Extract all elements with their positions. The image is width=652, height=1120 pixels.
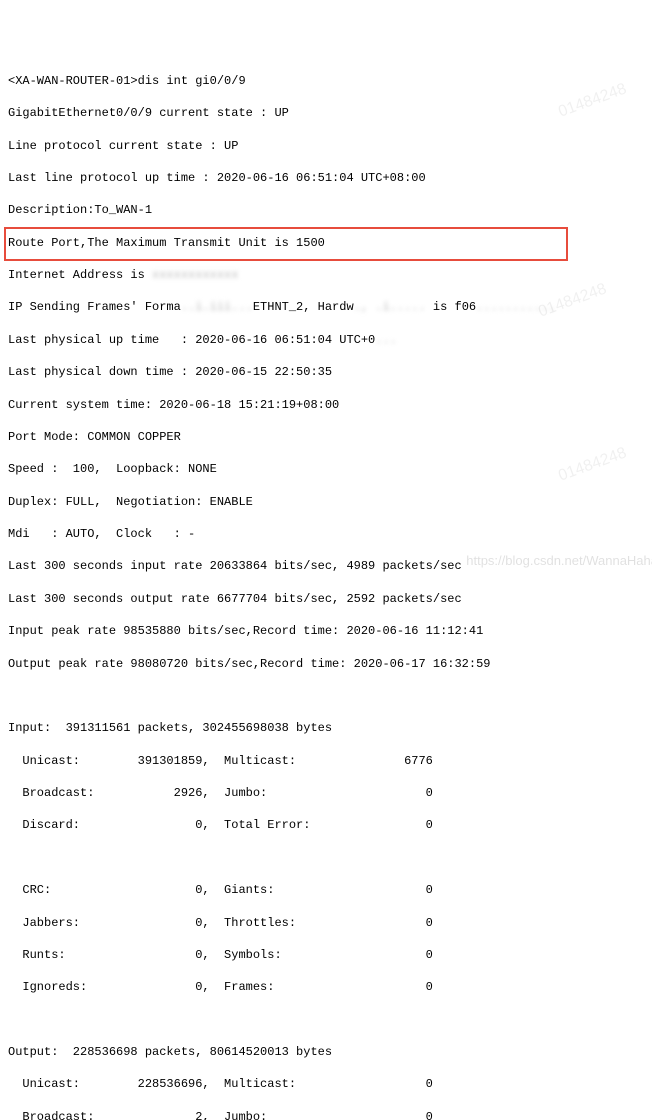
input-ignoreds: Ignoreds: 0, Frames: 0 bbox=[8, 979, 652, 995]
speed-loopback: Speed : 100, Loopback: NONE bbox=[8, 461, 652, 477]
system-time: Current system time: 2020-06-18 15:21:19… bbox=[8, 397, 652, 413]
redacted-mac: ........... bbox=[476, 300, 555, 314]
input-broadcast: Broadcast: 2926, Jumbo: 0 bbox=[8, 785, 652, 801]
last-up-time: Last line protocol up time : 2020-06-16 … bbox=[8, 170, 652, 186]
blank bbox=[8, 1012, 652, 1028]
input-crc: CRC: 0, Giants: 0 bbox=[8, 882, 652, 898]
redacted: ... bbox=[375, 333, 397, 347]
watermark-url: https://blog.csdn.net/WannaHaha bbox=[466, 552, 652, 570]
duplex-negotiation: Duplex: FULL, Negotiation: ENABLE bbox=[8, 494, 652, 510]
line-protocol-state: Line protocol current state : UP bbox=[8, 138, 652, 154]
input-header: Input: 391311561 packets, 302455698038 b… bbox=[8, 720, 652, 736]
blank bbox=[8, 688, 652, 704]
input-peak-rate: Input peak rate 98535880 bits/sec,Record… bbox=[8, 623, 652, 639]
redacted: ., .i..... bbox=[354, 300, 426, 314]
interface-state: GigabitEthernet0/0/9 current state : UP bbox=[8, 105, 652, 121]
input-runts: Runts: 0, Symbols: 0 bbox=[8, 947, 652, 963]
frame-format: IP Sending Frames' Forma..i.iii...ETHNT_… bbox=[8, 299, 652, 315]
input-discard: Discard: 0, Total Error: 0 bbox=[8, 817, 652, 833]
redacted-ip: xxxxxxxxxxxx bbox=[152, 268, 238, 282]
terminal-prompt: <XA-WAN-ROUTER-01>dis int gi0/0/9 bbox=[8, 73, 652, 89]
input-jabbers: Jabbers: 0, Throttles: 0 bbox=[8, 915, 652, 931]
blank bbox=[8, 850, 652, 866]
output-unicast: Unicast: 228536696, Multicast: 0 bbox=[8, 1076, 652, 1092]
description: Description:To_WAN-1 bbox=[8, 202, 652, 218]
internet-address: Internet Address is xxxxxxxxxxxx bbox=[8, 267, 652, 283]
input-unicast: Unicast: 391301859, Multicast: 6776 bbox=[8, 753, 652, 769]
output-header: Output: 228536698 packets, 80614520013 b… bbox=[8, 1044, 652, 1060]
output-rate: Last 300 seconds output rate 6677704 bit… bbox=[8, 591, 652, 607]
redacted: ..i.iii... bbox=[181, 300, 253, 314]
port-mode: Port Mode: COMMON COPPER bbox=[8, 429, 652, 445]
mtu: Route Port,The Maximum Transmit Unit is … bbox=[8, 235, 652, 251]
output-peak-rate: Output peak rate 98080720 bits/sec,Recor… bbox=[8, 656, 652, 672]
physical-down-time: Last physical down time : 2020-06-15 22:… bbox=[8, 364, 652, 380]
mdi-clock: Mdi : AUTO, Clock : - bbox=[8, 526, 652, 542]
output-broadcast: Broadcast: 2, Jumbo: 0 bbox=[8, 1109, 652, 1120]
physical-up-time: Last physical up time : 2020-06-16 06:51… bbox=[8, 332, 652, 348]
